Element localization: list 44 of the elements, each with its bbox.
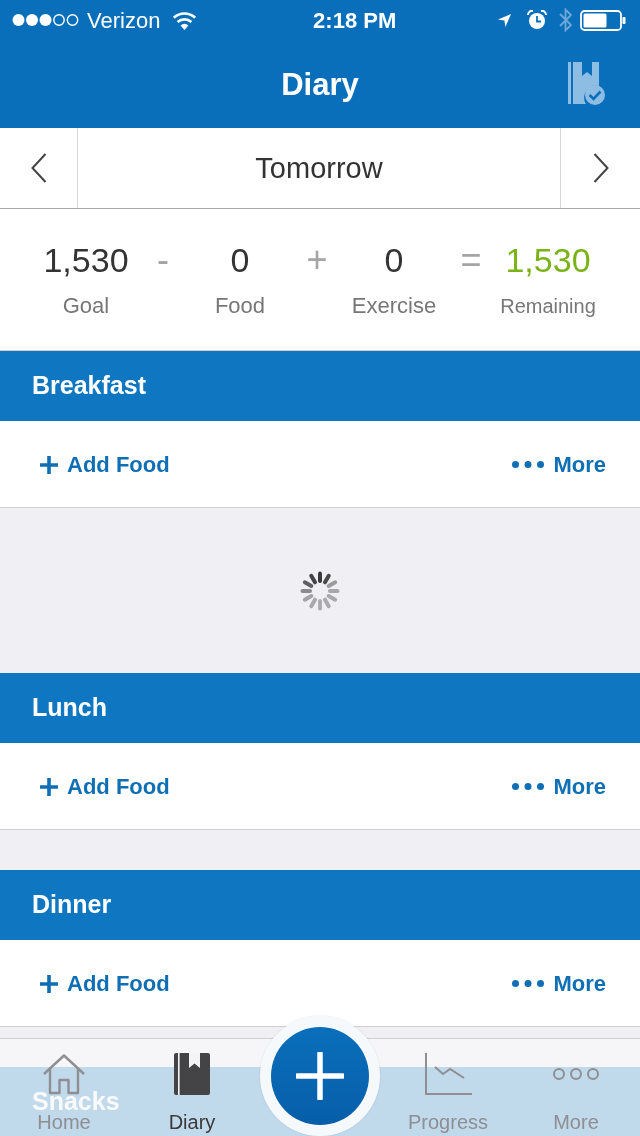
operator-sign: + [306,240,328,282]
tab-item[interactable]: Diary [168,1112,216,1132]
add-food-button[interactable]: Add Food [40,972,170,995]
location-arrow-icon [498,13,511,27]
plus-icon [40,777,58,796]
status-time: 2:18 PM [313,6,397,35]
calorie-value: 0 [384,240,404,280]
plus-icon [296,1052,344,1100]
line-chart-icon[interactable] [424,1053,472,1095]
ellipsis-icon [512,461,545,468]
signal-strength-icon [12,13,79,27]
operator-sign: = [460,240,482,282]
wifi-icon [172,10,198,30]
ellipsis-icon [512,783,545,790]
remaining-calories: 1,530 [505,240,591,280]
calorie-label: Exercise [351,293,437,319]
more-button[interactable]: More [512,775,606,798]
chevron-left-icon [30,153,47,183]
book-check-icon[interactable] [568,62,606,106]
meal-header: Breakfast [0,351,640,421]
plus-icon [40,974,58,993]
date-label: Tomorrow [255,153,383,183]
meal-header: Dinner [0,870,640,940]
calorie-label: Remaining [500,294,596,319]
add-food-button[interactable]: Add Food [40,775,170,798]
chevron-right-icon [592,153,609,183]
more-button[interactable]: More [512,453,606,476]
calorie-value: 0 [230,240,250,280]
more-options-icon[interactable] [553,1068,599,1080]
add-food-button[interactable]: Add Food [40,453,170,476]
book-icon[interactable] [174,1053,210,1095]
calorie-label: Food [214,293,266,319]
operator-sign: - [157,240,169,282]
battery-icon [580,9,626,31]
carrier-name: Verizon [87,6,161,35]
more-button[interactable]: More [512,972,606,995]
calorie-label: Goal [62,293,110,319]
ellipsis-icon [512,980,545,987]
meal-header: Lunch [0,673,640,743]
calorie-value: 1,530 [43,240,129,280]
bluetooth-icon [559,8,572,32]
alarm-clock-icon [527,10,547,30]
plus-icon [40,455,58,474]
page-title: Diary [281,68,359,100]
